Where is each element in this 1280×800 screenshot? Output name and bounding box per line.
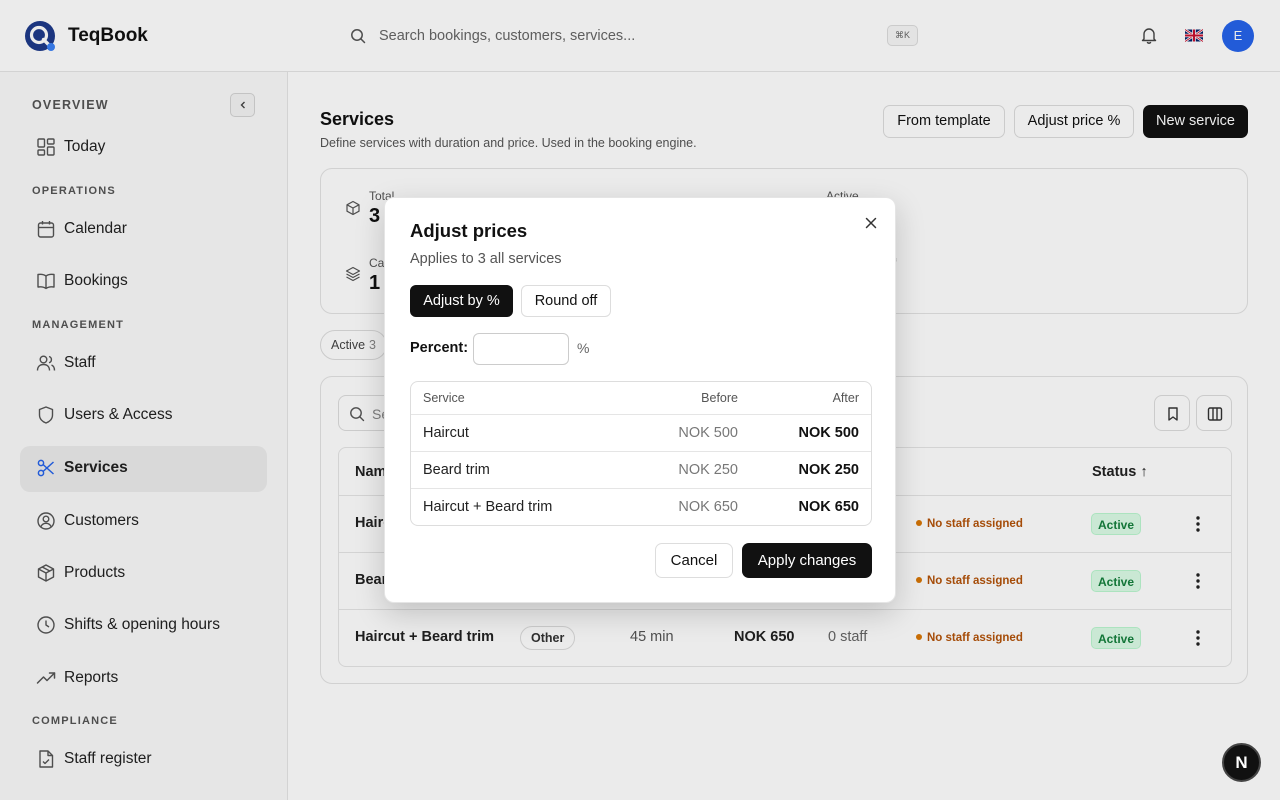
price-preview-table: Service Before After Haircut NOK 500 NOK…: [410, 381, 872, 526]
percent-label: Percent:: [410, 340, 469, 356]
column-header-before: Before: [701, 391, 738, 405]
preview-row: Beard trim NOK 250 NOK 250: [411, 451, 871, 488]
close-icon[interactable]: [863, 215, 879, 231]
preview-service: Haircut + Beard trim: [423, 499, 553, 515]
percent-unit: %: [577, 340, 590, 356]
preview-service: Beard trim: [423, 462, 490, 478]
preview-row: Haircut + Beard trim NOK 650 NOK 650: [411, 488, 871, 525]
column-header-after: After: [832, 391, 859, 405]
column-header-service: Service: [423, 391, 465, 405]
dialog-title: Adjust prices: [410, 220, 528, 241]
preview-service: Haircut: [423, 425, 469, 441]
dialog-subtitle: Applies to 3 all services: [410, 251, 562, 267]
preview-after: NOK 250: [798, 462, 859, 478]
preview-after: NOK 500: [798, 425, 859, 441]
cancel-button[interactable]: Cancel: [655, 543, 733, 578]
preview-before: NOK 650: [678, 499, 738, 515]
percent-input[interactable]: [473, 333, 569, 365]
dev-tools-badge[interactable]: N: [1222, 743, 1261, 782]
adjust-prices-dialog: Adjust prices Applies to 3 all services …: [384, 197, 896, 603]
adjust-by-percent-tab[interactable]: Adjust by %: [410, 285, 513, 317]
preview-row: Haircut NOK 500 NOK 500: [411, 414, 871, 451]
apply-changes-button[interactable]: Apply changes: [742, 543, 872, 578]
preview-before: NOK 250: [678, 462, 738, 478]
preview-before: NOK 500: [678, 425, 738, 441]
preview-after: NOK 650: [798, 499, 859, 515]
round-off-tab[interactable]: Round off: [521, 285, 611, 317]
